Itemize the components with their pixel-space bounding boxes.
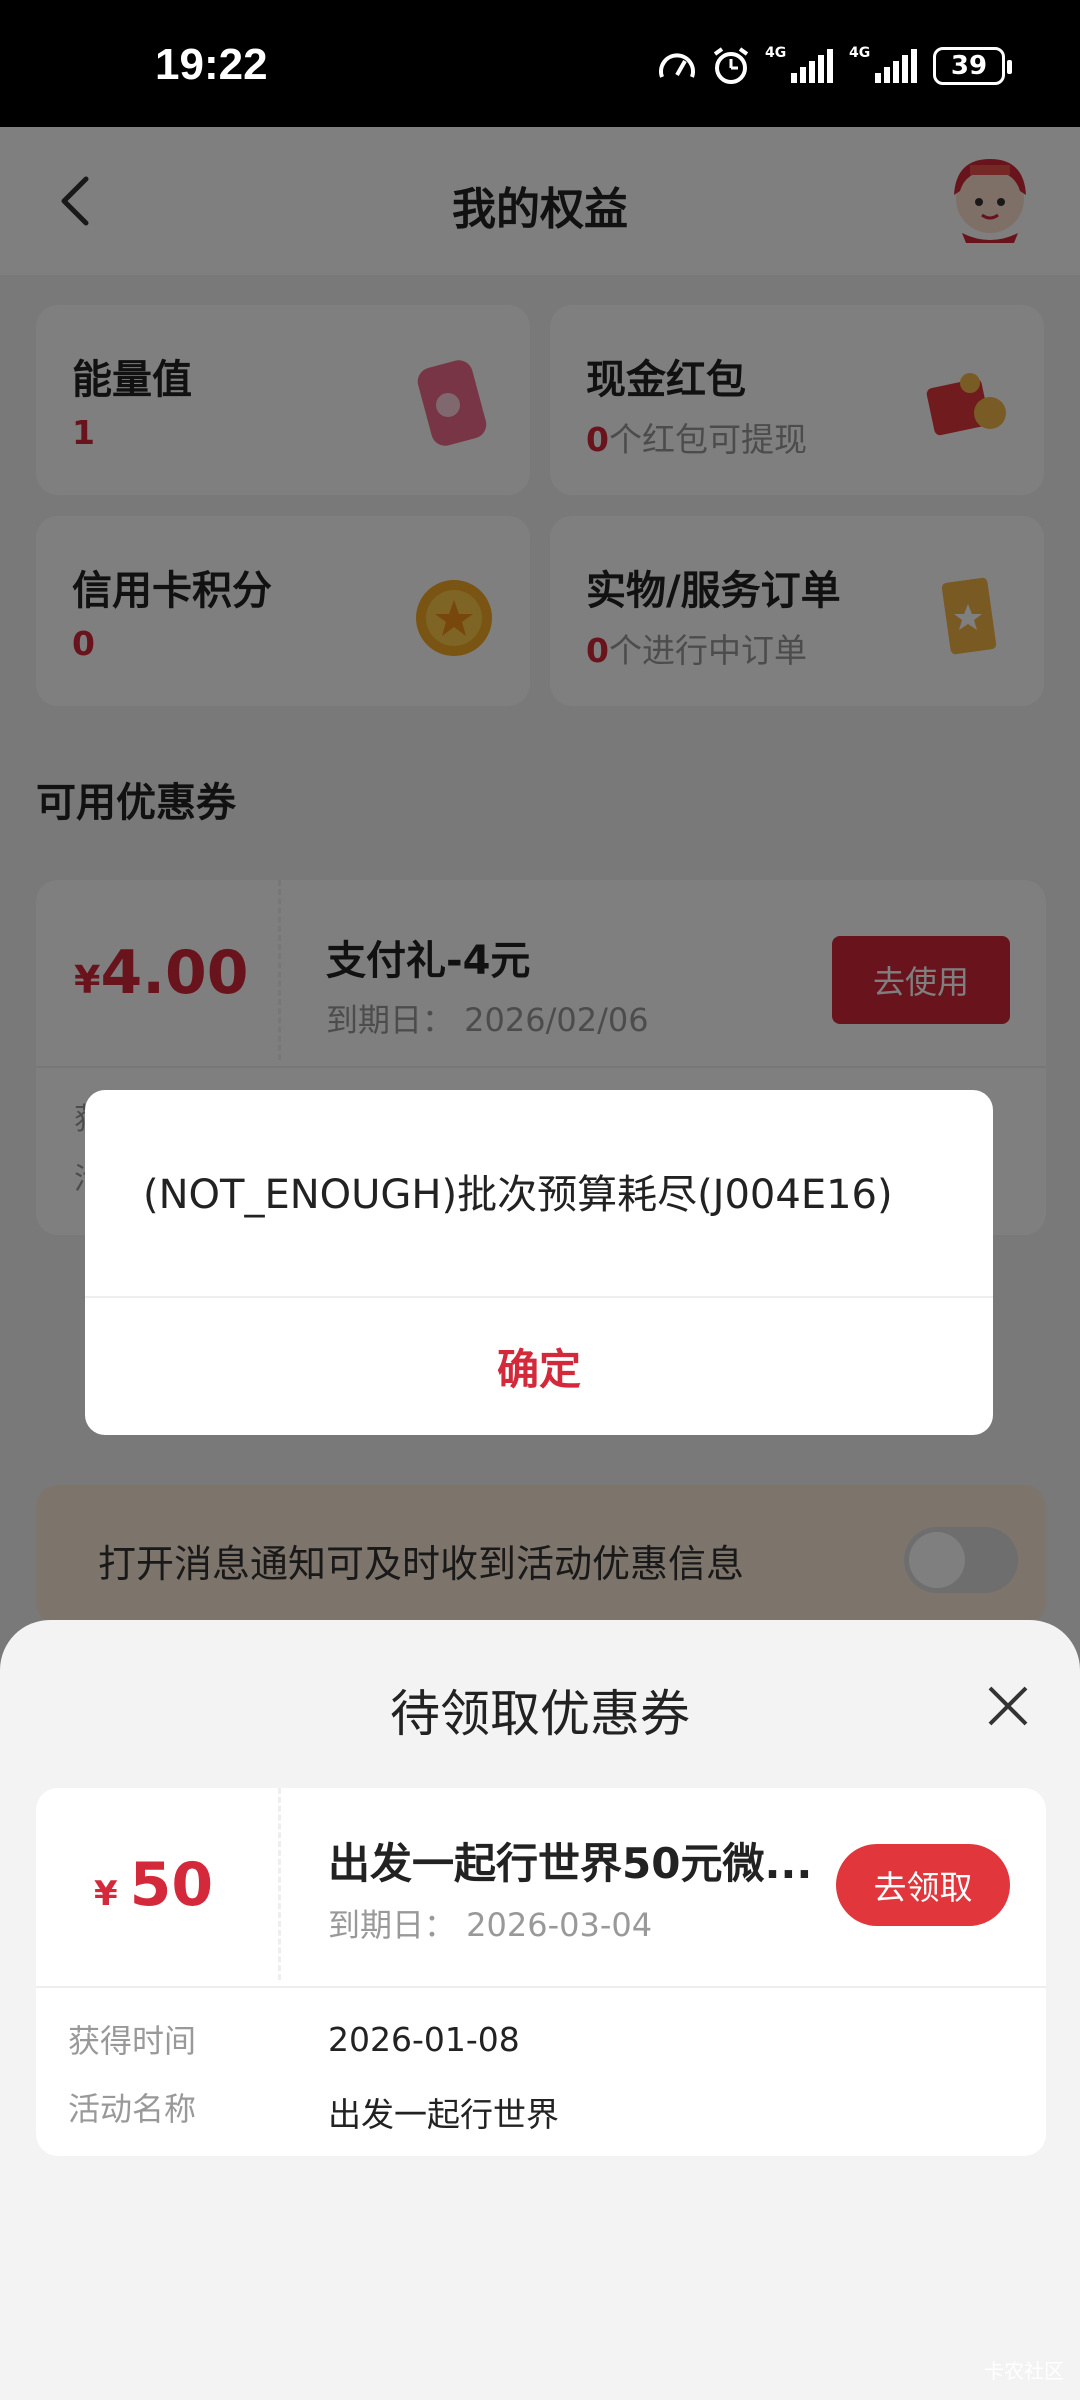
confirm-button[interactable]: 确定 <box>85 1298 993 1435</box>
obtained-time-label: 获得时间 <box>68 2022 197 2060</box>
obtained-time-value: 2026-01-08 <box>328 2020 520 2059</box>
close-icon[interactable] <box>982 1680 1034 1732</box>
sheet-title: 待领取优惠券 <box>390 1685 690 1743</box>
pending-coupons-sheet: 待领取优惠券 ¥50 出发一起行世界50元微... 到期日： 2026-03-0… <box>0 1620 1080 2400</box>
coupon-expiry: 到期日： 2026-03-04 <box>328 1906 653 1944</box>
battery-level: 39 <box>950 51 988 81</box>
coupon-separator <box>36 1986 1046 1988</box>
speedometer-icon <box>657 47 697 85</box>
pending-coupon: ¥50 出发一起行世界50元微... 到期日： 2026-03-04 去领取 获… <box>36 1788 1046 2156</box>
claim-coupon-button[interactable]: 去领取 <box>836 1844 1010 1926</box>
coupon-amount: ¥50 <box>94 1850 214 1920</box>
signal-icon: 4G <box>849 45 919 83</box>
activity-name-label: 活动名称 <box>68 2090 197 2128</box>
coupon-name: 出发一起行世界50元微... <box>328 1839 813 1888</box>
status-time: 19:22 <box>155 40 268 89</box>
status-bar: 19:22 4G 4G 39 <box>0 0 1080 127</box>
alarm-icon <box>711 46 751 86</box>
status-icons: 4G 4G 39 <box>657 45 1012 86</box>
watermark: 卡农社区 <box>984 2359 1064 2383</box>
activity-name-value: 出发一起行世界 <box>328 2095 559 2134</box>
alert-dialog: (NOT_ENOUGH)批次预算耗尽(J004E16) 确定 <box>85 1090 993 1435</box>
signal-icon: 4G <box>765 45 835 83</box>
dialog-message: (NOT_ENOUGH)批次预算耗尽(J004E16) <box>143 1172 893 1218</box>
coupon-divider <box>278 1788 281 1980</box>
battery-icon: 39 <box>933 47 1012 85</box>
